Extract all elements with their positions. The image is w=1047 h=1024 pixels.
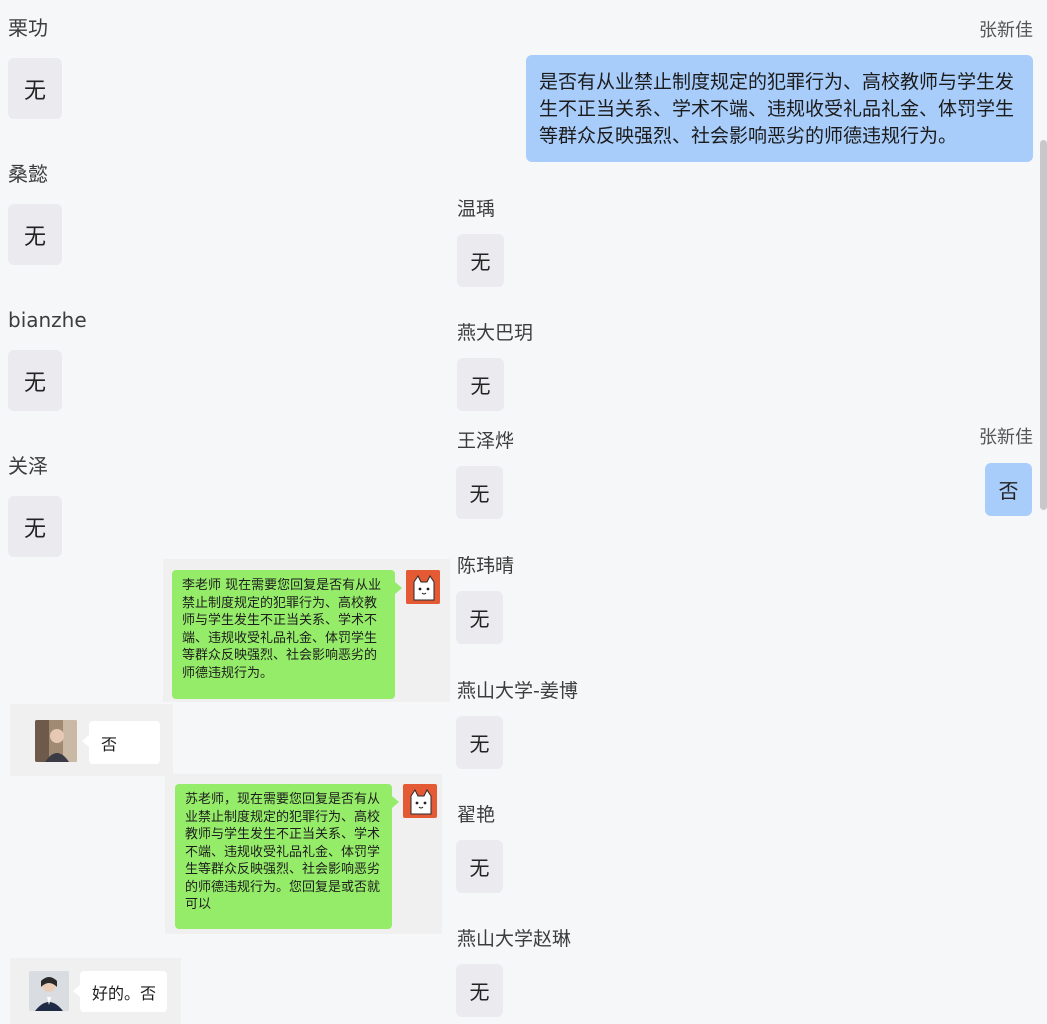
sender-name: 张新佳 (979, 427, 1033, 448)
outgoing-message-bubble: 李老师 现在需要您回复是否有从业禁止制度规定的犯罪行为、高校教师与学生发生不正当… (172, 570, 402, 699)
sender-name: 陈玮晴 (457, 555, 515, 577)
reply-bubble[interactable]: 无 (8, 58, 62, 119)
sender-name: bianzhe (8, 308, 87, 332)
sender-name: 桑懿 (8, 162, 48, 186)
incoming-message-bubble: 好的。否 (73, 971, 167, 1012)
sender-name: 燕大巴玥 (457, 322, 534, 344)
reply-bubble[interactable]: 无 (456, 840, 503, 893)
reply-bubble[interactable]: 无 (456, 964, 503, 1017)
cat-avatar-icon (406, 570, 440, 604)
incoming-message-bubble: 否 (82, 721, 160, 764)
scrollbar[interactable] (1040, 140, 1047, 510)
question-bubble[interactable]: 是否有从业禁止制度规定的犯罪行为、高校教师与学生发生不正当关系、学术不端、违规收… (526, 55, 1033, 162)
reply-bubble[interactable]: 无 (8, 204, 62, 265)
answer-bubble[interactable]: 否 (985, 463, 1032, 516)
reply-bubble[interactable]: 无 (8, 350, 62, 411)
sender-name: 张新佳 (979, 20, 1033, 41)
sender-name: 温瑀 (457, 198, 496, 220)
sender-name: 王泽烨 (457, 430, 515, 452)
sender-name: 燕山大学赵琳 (457, 928, 572, 950)
reply-bubble[interactable]: 无 (8, 496, 62, 557)
reply-bubble[interactable]: 无 (457, 234, 504, 287)
cat-avatar-icon (403, 784, 437, 818)
sender-name: 翟艳 (457, 804, 496, 826)
sender-name: 关泽 (8, 454, 48, 478)
reply-bubble[interactable]: 无 (456, 591, 503, 644)
outgoing-message-bubble: 苏老师，现在需要您回复是否有从业禁止制度规定的犯罪行为、高校教师与学生发生不正当… (175, 784, 399, 929)
reply-bubble[interactable]: 无 (456, 466, 503, 519)
reply-bubble[interactable]: 无 (457, 358, 504, 411)
user-avatar-icon (29, 971, 69, 1011)
sender-name: 燕山大学-姜博 (457, 680, 578, 702)
user-avatar-icon (35, 720, 77, 762)
reply-bubble[interactable]: 无 (456, 716, 503, 769)
sender-name: 栗功 (8, 16, 48, 40)
